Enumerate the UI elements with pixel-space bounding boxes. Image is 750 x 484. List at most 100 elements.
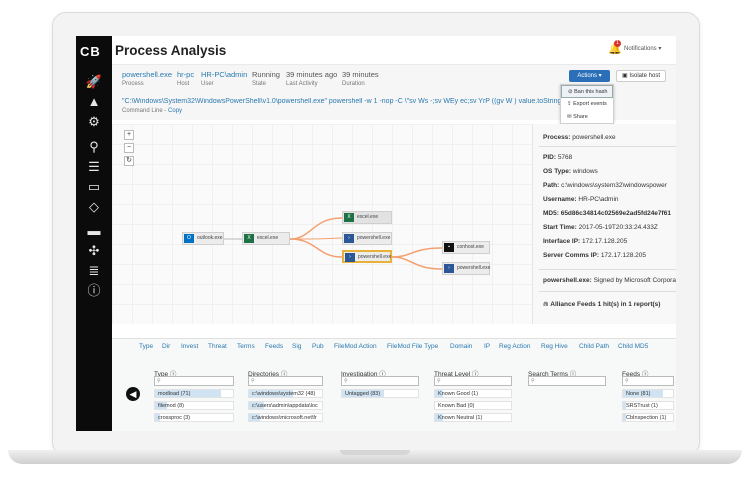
facet-item[interactable]: None (81) — [622, 389, 674, 398]
export-icon: ⇪ — [567, 101, 572, 107]
list-icon[interactable]: ☰ — [85, 159, 103, 175]
detail-signature: powershell.exe: Signed by Microsoft Corp… — [543, 277, 676, 284]
facet-item[interactable]: SRSTrust (1) — [622, 401, 674, 410]
facet-item-label: crossproc (3) — [158, 415, 191, 421]
meta-process[interactable]: powershell.exe Process — [122, 70, 172, 87]
tab-feeds[interactable]: Feeds — [265, 343, 283, 350]
facet-item[interactable]: c:\windows\system32 (48) — [248, 389, 323, 398]
feed-icon: ⋒ — [543, 301, 549, 308]
facet-item[interactable]: filemod (8) — [154, 401, 234, 410]
node-conhost[interactable]: ▪ conhost.exe — [442, 241, 490, 254]
app-logo[interactable]: CB — [80, 44, 101, 59]
server-icon[interactable]: ≣ — [85, 263, 103, 279]
terminal-icon[interactable]: ▭ — [85, 179, 103, 195]
edge-ps-ps3 — [391, 256, 443, 270]
node-excel-parent[interactable]: X excel.exe — [242, 232, 290, 245]
detail-pid: PID: 5768 — [543, 154, 572, 161]
share-item[interactable]: ✉ Share — [561, 111, 613, 124]
facet-item-label: Untagged (83) — [345, 391, 381, 397]
detail-value: c:\windows\system32\windowspower — [561, 182, 667, 189]
facet-item[interactable]: CbInspection (1) — [622, 413, 674, 422]
detail-md5[interactable]: MD5: 65d86c34814c02569e2ad5fd24e7f61 — [543, 210, 671, 217]
alliance-feeds[interactable]: ⋒ Alliance Feeds 1 hit(s) in 1 report(s) — [543, 300, 660, 308]
meta-label: Last Activity — [286, 81, 318, 87]
tab-reg-action[interactable]: Reg Action — [499, 343, 530, 350]
copy-link[interactable]: Copy — [168, 108, 182, 114]
tab-terms[interactable]: Terms — [237, 343, 255, 350]
monitor-icon[interactable]: ▬ — [85, 223, 103, 239]
notifications-menu[interactable]: Notifications ▾ — [624, 45, 661, 52]
alert-circle-icon[interactable]: ⓘ — [85, 283, 103, 299]
tab-child-path[interactable]: Child Path — [579, 343, 609, 350]
node-powershell-1[interactable]: › powershell.exe — [342, 232, 392, 245]
meta-duration: 39 minutes Duration — [342, 70, 379, 87]
excel-icon: X — [344, 213, 354, 222]
node-label: powershell.exe — [358, 254, 392, 260]
facet-item[interactable]: Known Bad (0) — [434, 401, 512, 410]
tag-icon[interactable]: ◇ — [85, 199, 103, 215]
facet-item[interactable]: modload (71) — [154, 389, 234, 398]
main-content: Process Analysis 🔔 1 Notifications ▾ pow… — [112, 36, 676, 431]
powershell-icon: › — [345, 253, 355, 262]
alliance-text: Alliance Feeds 1 hit(s) in 1 report(s) — [550, 301, 661, 308]
gear-icon[interactable]: ⚙ — [85, 114, 103, 130]
tab-invest[interactable]: Invest — [181, 343, 198, 350]
facet-item[interactable]: Known Good (1) — [434, 389, 512, 398]
export-events-item[interactable]: ⇪ Export events — [561, 98, 613, 111]
detail-value: 172.17.128.205 — [582, 238, 628, 245]
ban-hash-item[interactable]: ⊘ Ban this hash — [561, 85, 613, 98]
search-icon[interactable]: ⚲ — [85, 139, 103, 155]
facet-item-label: None (81) — [626, 391, 651, 397]
detail-value: 65d86c34814c02569e2ad5fd24e7f61 — [560, 210, 671, 217]
node-label: powershell.exe — [357, 235, 391, 241]
network-icon[interactable]: ✣ — [85, 243, 103, 259]
tab-child-md5[interactable]: Child MD5 — [618, 343, 648, 350]
command-line-caption: Command Line — [122, 108, 163, 114]
notification-badge: 1 — [614, 40, 621, 47]
meta-label: State — [252, 81, 267, 87]
facet-search-investigation[interactable]: ⚲ — [341, 376, 419, 386]
node-powershell-2[interactable]: › powershell.exe — [342, 250, 392, 263]
meta-value: HR-PC\admin — [201, 70, 248, 79]
facet-search-type[interactable]: ⚲ — [154, 376, 234, 386]
actions-label: Actions — [577, 73, 597, 79]
tab-filemod-action[interactable]: FileMod Action — [334, 343, 377, 350]
ban-icon: ⊘ — [568, 89, 573, 95]
tab-ip[interactable]: IP — [484, 343, 490, 350]
tab-sig[interactable]: Sig — [292, 343, 301, 350]
facet-item-label: CbInspection (1) — [626, 415, 667, 421]
facet-item[interactable]: Untagged (83) — [341, 389, 419, 398]
tab-pub[interactable]: Pub — [312, 343, 324, 350]
tab-dir[interactable]: Dir — [162, 343, 170, 350]
app-screen: CB 🚀 ▲ ⚙ ⚲ ☰ ▭ ◇ ▬ ✣ ≣ ⓘ Process Analysi… — [76, 36, 676, 431]
facet-search-search-terms[interactable]: ⚲ — [528, 376, 606, 386]
meta-label: Duration — [342, 81, 365, 87]
meta-user[interactable]: HR-PC\admin User — [201, 70, 247, 87]
tab-filemod-file-type[interactable]: FileMod File Type — [387, 343, 438, 350]
node-outlook[interactable]: O outlook.exe — [182, 232, 224, 245]
facet-search-feeds[interactable]: ⚲ — [622, 376, 674, 386]
tab-domain[interactable]: Domain — [450, 343, 472, 350]
node-label: outlook.exe — [197, 235, 223, 241]
actions-button[interactable]: Actions ▾ — [569, 70, 610, 82]
facet-search-directories[interactable]: ⚲ — [248, 376, 323, 386]
warning-icon[interactable]: ▲ — [85, 94, 103, 110]
tab-reg-hive[interactable]: Reg Hive — [541, 343, 568, 350]
node-excel-child[interactable]: X excel.exe — [342, 211, 392, 224]
rocket-icon[interactable]: 🚀 — [85, 74, 103, 90]
facet-item-label: filemod (8) — [158, 403, 184, 409]
facet-item[interactable]: crossproc (3) — [154, 413, 234, 422]
back-arrow-icon[interactable]: ◀ — [126, 387, 140, 401]
tab-threat[interactable]: Threat — [208, 343, 227, 350]
facet-search-threat-level[interactable]: ⚲ — [434, 376, 512, 386]
meta-host[interactable]: hr-pc Host — [177, 70, 194, 87]
process-tree-graph[interactable]: + − ↻ O outlook.exe X excel.exe X excel.… — [112, 124, 532, 324]
isolate-host-button[interactable]: ▣ Isolate host — [616, 70, 666, 82]
facet-item[interactable]: Known Neutral (1) — [434, 413, 512, 422]
tab-type[interactable]: Type — [139, 343, 153, 350]
facet-item[interactable]: c:\users\admin\appdata\loc — [248, 401, 323, 410]
isolate-label: Isolate host — [629, 73, 661, 79]
meta-value: powershell.exe — [122, 70, 173, 79]
node-powershell-3[interactable]: › powershell.exe — [442, 262, 490, 275]
facet-item[interactable]: c:\windows\microsoft.net\fr — [248, 413, 323, 422]
